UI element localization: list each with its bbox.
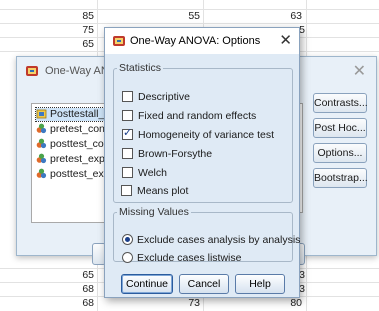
fixed-random-effects-checkbox[interactable]: Fixed and random effects [122, 110, 256, 124]
list-item[interactable]: Posttestall_ [34, 107, 106, 122]
variable-label: pretest_exp [50, 153, 105, 165]
dialog-title: One-Way ANOVA: Options [130, 35, 261, 47]
checkbox-label: Means plot [137, 185, 189, 197]
checkbox-box[interactable] [122, 148, 133, 159]
checkbox-label: Homogeneity of variance test [138, 129, 274, 141]
cell[interactable]: 80 [264, 297, 302, 310]
exclude-listwise-radio[interactable]: Exclude cases listwise [122, 252, 241, 266]
welch-checkbox[interactable]: Welch [122, 167, 167, 181]
cell[interactable]: 75 [60, 24, 94, 37]
radio-label: Exclude cases analysis by analysis [137, 234, 301, 246]
cell[interactable]: 85 [60, 10, 94, 23]
group-legend: Statistics [119, 62, 162, 74]
variable-label: Posttestall_ [50, 108, 105, 120]
brown-forsythe-checkbox[interactable]: Brown-Forsythe [122, 148, 212, 162]
list-item[interactable]: posttest_co [36, 138, 104, 151]
list-item[interactable]: posttest_ex [36, 168, 104, 181]
variable-label: posttest_co [50, 138, 104, 150]
close-icon[interactable]: ✕ [279, 31, 292, 49]
checkbox-label: Descriptive [138, 91, 190, 103]
exclude-analysis-by-analysis-radio[interactable]: Exclude cases analysis by analysis [122, 234, 300, 248]
checkbox-box[interactable] [122, 167, 133, 178]
help-button[interactable]: Help [235, 274, 285, 294]
checkbox-label: Brown-Forsythe [138, 148, 213, 160]
spss-app-icon [113, 36, 125, 46]
cell[interactable]: 73 [160, 297, 200, 310]
radio-button[interactable] [122, 252, 133, 263]
missing-values-group: Missing Values Exclude cases analysis by… [113, 206, 300, 264]
continue-button[interactable]: Continue [121, 274, 173, 294]
homogeneity-checkbox[interactable]: ✓ Homogeneity of variance test [122, 127, 274, 143]
radio-label: Exclude cases listwise [137, 252, 242, 264]
contrasts-button[interactable]: Contrasts... [313, 93, 368, 113]
dialog-titlebar: One-Way ANOVA: Options ✕ [105, 28, 299, 54]
checkbox-box[interactable] [121, 185, 132, 196]
nominal-variable-icon [36, 138, 47, 149]
variable-label: pretest_con [50, 123, 105, 135]
cell[interactable]: 55 [160, 10, 200, 23]
post-hoc-button[interactable]: Post Hoc... [313, 118, 367, 138]
nominal-variable-icon [36, 168, 47, 179]
list-item[interactable]: pretest_con [36, 123, 105, 136]
radio-button[interactable] [122, 234, 133, 245]
means-plot-checkbox[interactable]: Means plot [121, 185, 188, 199]
anova-options-dialog: One-Way ANOVA: Options ✕ Statistics Desc… [104, 27, 300, 298]
nominal-variable-icon [36, 153, 47, 164]
checkbox-label: Fixed and random effects [138, 110, 257, 122]
checkbox-box[interactable] [122, 91, 133, 102]
spss-app-icon [26, 66, 38, 76]
descriptive-checkbox[interactable]: Descriptive [122, 91, 190, 105]
nominal-variable-icon [36, 123, 47, 134]
cell[interactable]: 65 [60, 269, 94, 282]
checkbox-label: Welch [138, 167, 167, 179]
list-item[interactable]: pretest_exp [36, 153, 105, 166]
statistics-group: Statistics Descriptive Fixed and random … [113, 62, 293, 203]
cell[interactable]: 68 [60, 297, 94, 310]
cell[interactable]: 65 [60, 38, 94, 51]
checkmark-icon: ✓ [123, 127, 133, 139]
cancel-button[interactable]: Cancel [179, 274, 229, 294]
cell[interactable]: 63 [264, 10, 302, 23]
cell[interactable]: 68 [60, 283, 94, 296]
checkbox-box[interactable] [122, 110, 133, 121]
options-button[interactable]: Options... [313, 143, 367, 163]
checkbox-box[interactable]: ✓ [122, 127, 133, 140]
scale-variable-icon [36, 109, 47, 119]
group-legend: Missing Values [119, 206, 189, 218]
bootstrap-button[interactable]: Bootstrap... [313, 168, 368, 188]
variable-label: posttest_ex [50, 168, 104, 180]
close-icon[interactable]: ✕ [353, 61, 366, 81]
